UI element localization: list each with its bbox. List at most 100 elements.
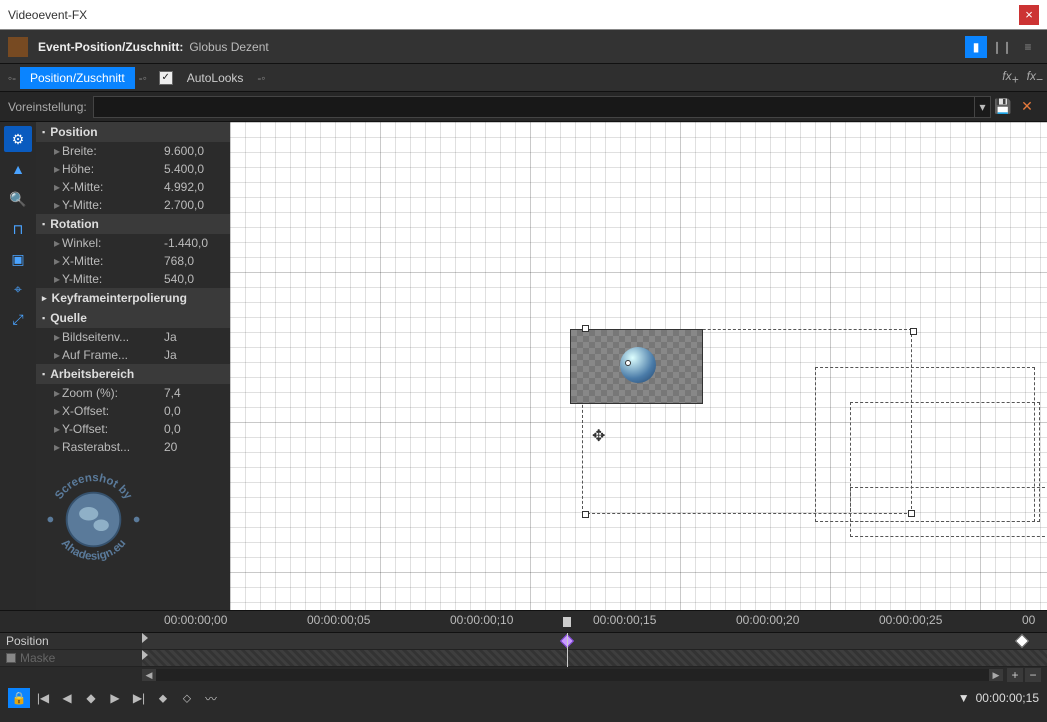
scroll-right-button[interactable]: ▶ [989, 669, 1003, 681]
collapse-icon: ▪ [42, 219, 45, 229]
group-keyframe-header[interactable]: ▸Keyframeinterpolierung [36, 288, 230, 308]
tool-expand-button[interactable]: ⤢ [4, 306, 32, 332]
current-time-display[interactable]: 00:00:00;15 [976, 691, 1039, 705]
tick-label: 00:00:00;20 [736, 613, 799, 627]
timeline-footer: 🔒 |◀ ◀ ◆ ▶ ▶| ⬥ ⬦ 〰 ▼ 00:00:00;15 [0, 683, 1047, 713]
prop-row[interactable]: ▸Breite:9.600,0 [36, 142, 230, 160]
tool-snap-button[interactable]: ⊓ [4, 216, 32, 242]
main-area: ⚙ ▲ 🔍 ⊓ ▣ ⌖ ⤢ ▪Position ▸Breite:9.600,0 … [0, 122, 1047, 610]
panel-view-button-2[interactable]: ❙❙ [991, 36, 1013, 58]
tool-zoom-button[interactable]: 🔍 [4, 186, 32, 212]
preset-input[interactable] [93, 96, 975, 118]
timeline-area: 00:00:00;00 00:00:00;05 00:00:00;10 00:0… [0, 610, 1047, 716]
group-rotation-header[interactable]: ▪Rotation [36, 214, 230, 234]
tool-unknown-button-1[interactable]: ▣ [4, 246, 32, 272]
prop-row[interactable]: ▸Winkel:-1.440,0 [36, 234, 230, 252]
tool-select-button[interactable]: ▲ [4, 156, 32, 182]
tool-crop-button[interactable]: ⌖ [4, 276, 32, 302]
panel-view-button-3[interactable]: ≡ [1017, 36, 1039, 58]
timeline-ruler[interactable]: 00:00:00;00 00:00:00;05 00:00:00;10 00:0… [0, 611, 1047, 633]
timeline-scroll-row: ◀ ▶ + − [0, 667, 1047, 683]
panel-view-button-1[interactable]: ▮ [965, 36, 987, 58]
fx-remove-icon[interactable]: fx− [1027, 69, 1043, 86]
fx-add-icon[interactable]: fx+ [1002, 69, 1018, 86]
tab-autolooks[interactable]: AutoLooks [177, 67, 254, 89]
resize-handle[interactable] [908, 510, 915, 517]
prop-row[interactable]: ▸Y-Mitte:540,0 [36, 270, 230, 288]
track-lane-maske[interactable] [142, 650, 1047, 667]
group-arbeitsbereich-header[interactable]: ▪Arbeitsbereich [36, 364, 230, 384]
selection-box[interactable] [850, 487, 1047, 537]
resize-handle[interactable] [582, 511, 589, 518]
preset-save-button[interactable]: 💾 [991, 98, 1015, 115]
horizontal-scrollbar[interactable]: ◀ ▶ [142, 669, 1003, 681]
center-handle[interactable] [625, 360, 631, 366]
prop-row[interactable]: ▸Auf Frame...Ja [36, 346, 230, 364]
collapse-icon: ▪ [42, 127, 45, 137]
tab-position-zuschnitt[interactable]: Position/Zuschnitt [20, 67, 135, 89]
keyframe-add-button[interactable]: ◆ [80, 688, 102, 708]
chain-connector-icon: -◦ [253, 71, 269, 85]
prop-row[interactable]: ▸Rasterabst...20 [36, 438, 230, 456]
track-start-icon [142, 633, 148, 643]
preset-row: Voreinstellung: ▾ 💾 ✕ [0, 92, 1047, 122]
tick-label: 00:00:00;00 [164, 613, 227, 627]
tick-label: 00:00:00;10 [450, 613, 513, 627]
marker-icon: ▼ [958, 691, 970, 705]
preset-dropdown-button[interactable]: ▾ [975, 96, 991, 118]
scroll-left-button[interactable]: ◀ [142, 669, 156, 681]
prop-row[interactable]: ▸Y-Mitte:2.700,0 [36, 196, 230, 214]
prop-row[interactable]: ▸Y-Offset:0,0 [36, 420, 230, 438]
keyframe-end[interactable] [1015, 634, 1029, 648]
crop-canvas[interactable]: ✥ [230, 122, 1047, 610]
resize-handle[interactable] [582, 325, 589, 332]
keyframe-next-button[interactable]: ▶ [104, 688, 126, 708]
window-titlebar: Videoevent-FX × [0, 0, 1047, 30]
fx-subtitle: Globus Dezent [189, 40, 268, 54]
keyframe-extra-button-2[interactable]: ⬦ [176, 688, 198, 708]
prop-row[interactable]: ▸X-Offset:0,0 [36, 402, 230, 420]
keyframe-curve-button[interactable]: 〰 [200, 688, 222, 708]
fx-badge-icon [8, 37, 28, 57]
autolooks-enable-checkbox[interactable]: ✓ [159, 71, 173, 85]
keyframe-extra-button-1[interactable]: ⬥ [152, 688, 174, 708]
group-position-header[interactable]: ▪Position [36, 122, 230, 142]
chain-connector-icon: -◦ [135, 71, 151, 85]
zoom-in-button[interactable]: + [1007, 668, 1023, 682]
prop-row[interactable]: ▸X-Mitte:4.992,0 [36, 178, 230, 196]
fx-chain-tabbar: ◦- Position/Zuschnitt -◦ ✓ AutoLooks -◦ … [0, 64, 1047, 92]
keyframe-last-button[interactable]: ▶| [128, 688, 150, 708]
keyframe-first-button[interactable]: |◀ [32, 688, 54, 708]
timeline-ticks: 00:00:00;00 00:00:00;05 00:00:00;10 00:0… [142, 611, 1047, 632]
track-label-maske[interactable]: Maske [0, 650, 142, 667]
track-lane-position[interactable] [142, 633, 1047, 650]
zoom-out-button[interactable]: − [1025, 668, 1041, 682]
tick-label: 00:00:00;25 [879, 613, 942, 627]
prop-row[interactable]: ▸Höhe:5.400,0 [36, 160, 230, 178]
keyframe-lock-button[interactable]: 🔒 [8, 688, 30, 708]
tick-label: 00:00:00;15 [593, 613, 656, 627]
fx-title: Event-Position/Zuschnitt: [38, 40, 183, 54]
collapse-icon: ▪ [42, 313, 45, 323]
resize-handle[interactable] [910, 328, 917, 335]
chain-connector-icon: ◦- [4, 71, 20, 85]
prop-row[interactable]: ▸Zoom (%):7,4 [36, 384, 230, 402]
prop-row[interactable]: ▸Bildseitenv...Ja [36, 328, 230, 346]
tick-label: 00:00:00;05 [307, 613, 370, 627]
preset-label: Voreinstellung: [8, 100, 87, 114]
track-label-position[interactable]: Position [0, 633, 142, 650]
watermark-badge: Screenshot by Ahadesign.eu [36, 456, 230, 583]
tick-label: 00 [1022, 613, 1035, 627]
keyframe-prev-button[interactable]: ◀ [56, 688, 78, 708]
timeline-playhead[interactable] [567, 633, 568, 667]
group-quelle-header[interactable]: ▪Quelle [36, 308, 230, 328]
prop-row[interactable]: ▸X-Mitte:768,0 [36, 252, 230, 270]
tool-settings-button[interactable]: ⚙ [4, 126, 32, 152]
track-start-icon [142, 650, 148, 660]
fx-header: Event-Position/Zuschnitt: Globus Dezent … [0, 30, 1047, 64]
window-close-button[interactable]: × [1019, 5, 1039, 25]
preset-delete-button[interactable]: ✕ [1015, 98, 1039, 115]
timeline-tracks: Position Maske [0, 633, 1047, 667]
tool-column: ⚙ ▲ 🔍 ⊓ ▣ ⌖ ⤢ [0, 122, 36, 610]
properties-panel: ▪Position ▸Breite:9.600,0 ▸Höhe:5.400,0 … [36, 122, 230, 610]
